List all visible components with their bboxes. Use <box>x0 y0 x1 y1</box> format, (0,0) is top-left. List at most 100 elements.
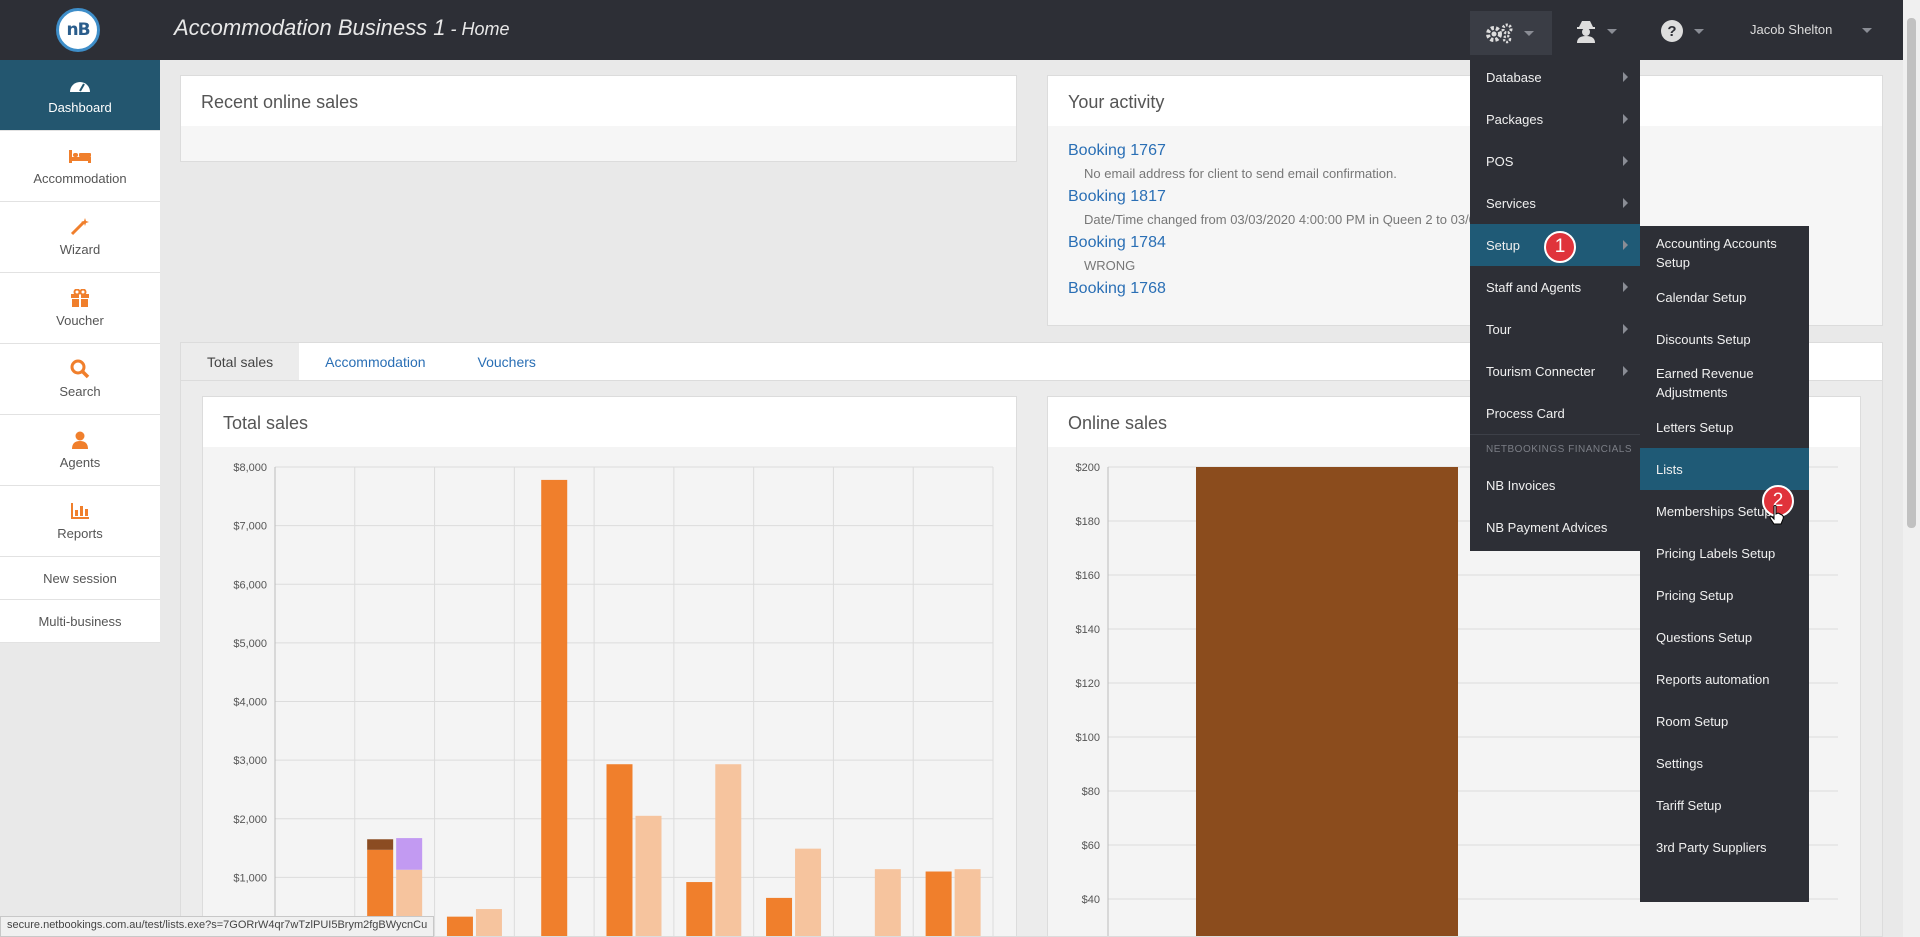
y-tick-label: $3,000 <box>233 755 267 767</box>
y-tick-label: $6,000 <box>233 579 267 591</box>
bar <box>954 869 981 936</box>
scrollbar-thumb[interactable] <box>1907 18 1916 528</box>
bar <box>874 869 901 936</box>
submenu-item-3rd-party-suppliers[interactable]: 3rd Party Suppliers <box>1640 826 1809 868</box>
submenu-item-reports-automation[interactable]: Reports automation <box>1640 658 1809 700</box>
submenu-item-room-setup[interactable]: Room Setup <box>1640 700 1809 742</box>
y-tick-label: $4,000 <box>233 697 267 709</box>
chevron-right-icon <box>1623 114 1628 124</box>
chevron-right-icon <box>1623 366 1628 376</box>
y-tick-label: $5,000 <box>233 638 267 650</box>
sidebar-item-label: Reports <box>57 525 103 541</box>
bar <box>541 479 568 936</box>
y-tick-label: $160 <box>1076 570 1100 582</box>
panel-title: Total sales <box>203 397 1016 447</box>
chevron-right-icon <box>1623 324 1628 334</box>
menu-item-label: Tour <box>1486 321 1512 337</box>
submenu-item-settings[interactable]: Settings <box>1640 742 1809 784</box>
menu-item-packages[interactable]: Packages <box>1470 98 1640 140</box>
activity-description: No email address for client to send emai… <box>1084 166 1397 181</box>
menu-item-tour[interactable]: Tour <box>1470 308 1640 350</box>
submenu-item-questions-setup[interactable]: Questions Setup <box>1640 616 1809 658</box>
multi-business-link[interactable]: Multi-business <box>0 600 160 643</box>
menu-item-label: Staff and Agents <box>1486 279 1582 295</box>
page-title: Accommodation Business 1 - Home <box>174 15 509 41</box>
menu-item-database[interactable]: Database <box>1470 56 1640 98</box>
tab-vouchers[interactable]: Vouchers <box>452 343 562 380</box>
page-scrollbar[interactable] <box>1903 0 1920 937</box>
menu-item-label: Database <box>1486 69 1542 85</box>
menu-item-label: NB Invoices <box>1486 477 1556 493</box>
submenu-item-pricing-labels-setup[interactable]: Pricing Labels Setup <box>1640 532 1809 574</box>
help-menu-button[interactable]: ? <box>1660 14 1704 48</box>
sidebar-item-wizard[interactable]: Wizard <box>0 202 160 273</box>
submenu-item-pricing-setup[interactable]: Pricing Setup <box>1640 574 1809 616</box>
bar <box>766 897 793 936</box>
y-tick-label: $180 <box>1076 516 1100 528</box>
y-tick-label: $120 <box>1076 678 1100 690</box>
bar <box>475 909 502 936</box>
wand-icon <box>70 217 90 236</box>
agent-menu-button[interactable] <box>1575 14 1617 48</box>
submenu-item-accounting-accounts-setup[interactable]: Accounting Accounts Setup <box>1640 230 1809 276</box>
sidebar: Dashboard Accommodation Wizard Voucher S… <box>0 60 160 643</box>
sidebar-item-voucher[interactable]: Voucher <box>0 273 160 344</box>
chevron-down-icon <box>1607 28 1617 34</box>
sidebar-item-agents[interactable]: Agents <box>0 415 160 486</box>
menu-item-nb-payment-advices[interactable]: NB Payment Advices <box>1470 506 1640 548</box>
submenu-item-tariff-setup[interactable]: Tariff Setup <box>1640 784 1809 826</box>
menu-item-pos[interactable]: POS <box>1470 140 1640 182</box>
booking-link[interactable]: Booking 1767 <box>1068 140 1862 162</box>
gift-icon <box>70 288 90 307</box>
new-session-link[interactable]: New session <box>0 557 160 600</box>
bar <box>396 838 423 870</box>
bar <box>446 916 473 936</box>
menu-section-header: NETBOOKINGS FINANCIALS <box>1470 434 1640 464</box>
submenu-item-lists[interactable]: Lists <box>1640 448 1809 490</box>
sidebar-item-dashboard[interactable]: Dashboard <box>0 60 160 131</box>
help-icon: ? <box>1661 20 1683 42</box>
settings-menu-button[interactable] <box>1470 11 1552 55</box>
chevron-right-icon <box>1623 198 1628 208</box>
sidebar-item-label: Dashboard <box>48 99 112 115</box>
step-badge-1: 1 <box>1544 231 1576 263</box>
menu-item-services[interactable]: Services <box>1470 182 1640 224</box>
panel-title: Recent online sales <box>181 76 1016 126</box>
chevron-down-icon <box>1694 28 1704 34</box>
title-separator: - <box>445 19 462 39</box>
user-menu-button[interactable]: Jacob Shelton <box>1750 22 1832 37</box>
submenu-item-letters-setup[interactable]: Letters Setup <box>1640 406 1809 448</box>
sidebar-item-search[interactable]: Search <box>0 344 160 415</box>
tab-accommodation[interactable]: Accommodation <box>299 343 451 380</box>
menu-item-label: Tourism Connecter <box>1486 363 1596 379</box>
bar <box>1196 467 1458 936</box>
booking-link[interactable]: Booking 1817 <box>1068 186 1862 208</box>
menu-item-tourism-connecter[interactable]: Tourism Connecter <box>1470 350 1640 392</box>
y-tick-label: $7,000 <box>233 521 267 533</box>
y-tick-label: $60 <box>1082 840 1100 852</box>
y-tick-label: $8,000 <box>233 462 267 474</box>
recent-online-sales-panel: Recent online sales <box>180 75 1017 162</box>
menu-item-staff-and-agents[interactable]: Staff and Agents <box>1470 266 1640 308</box>
menu-item-nb-invoices[interactable]: NB Invoices <box>1470 464 1640 506</box>
bar <box>795 848 822 936</box>
netbookings-logo[interactable]: nB <box>56 8 100 52</box>
sidebar-item-label: Accommodation <box>33 170 127 186</box>
sidebar-item-reports[interactable]: Reports <box>0 486 160 557</box>
menu-item-label: Packages <box>1486 111 1544 127</box>
submenu-item-discounts-setup[interactable]: Discounts Setup <box>1640 318 1809 360</box>
y-tick-label: $2,000 <box>233 814 267 826</box>
submenu-item-calendar-setup[interactable]: Calendar Setup <box>1640 276 1809 318</box>
tab-total-sales[interactable]: Total sales <box>181 343 300 380</box>
bar <box>635 815 662 936</box>
settings-dropdown-menu: Database Packages POS Services Setup Sta… <box>1470 56 1640 551</box>
panel-title: Your activity <box>1048 76 1882 126</box>
submenu-item-earned-revenue-adjustments[interactable]: Earned Revenue Adjustments <box>1640 360 1809 406</box>
dashboard-icon <box>69 76 91 94</box>
page-subtitle: Home <box>461 19 510 39</box>
menu-item-process-card[interactable]: Process Card <box>1470 392 1640 434</box>
menu-item-label: NB Payment Advices <box>1486 519 1608 535</box>
chevron-right-icon <box>1623 72 1628 82</box>
hand-cursor-icon <box>1769 505 1784 525</box>
sidebar-item-accommodation[interactable]: Accommodation <box>0 131 160 202</box>
